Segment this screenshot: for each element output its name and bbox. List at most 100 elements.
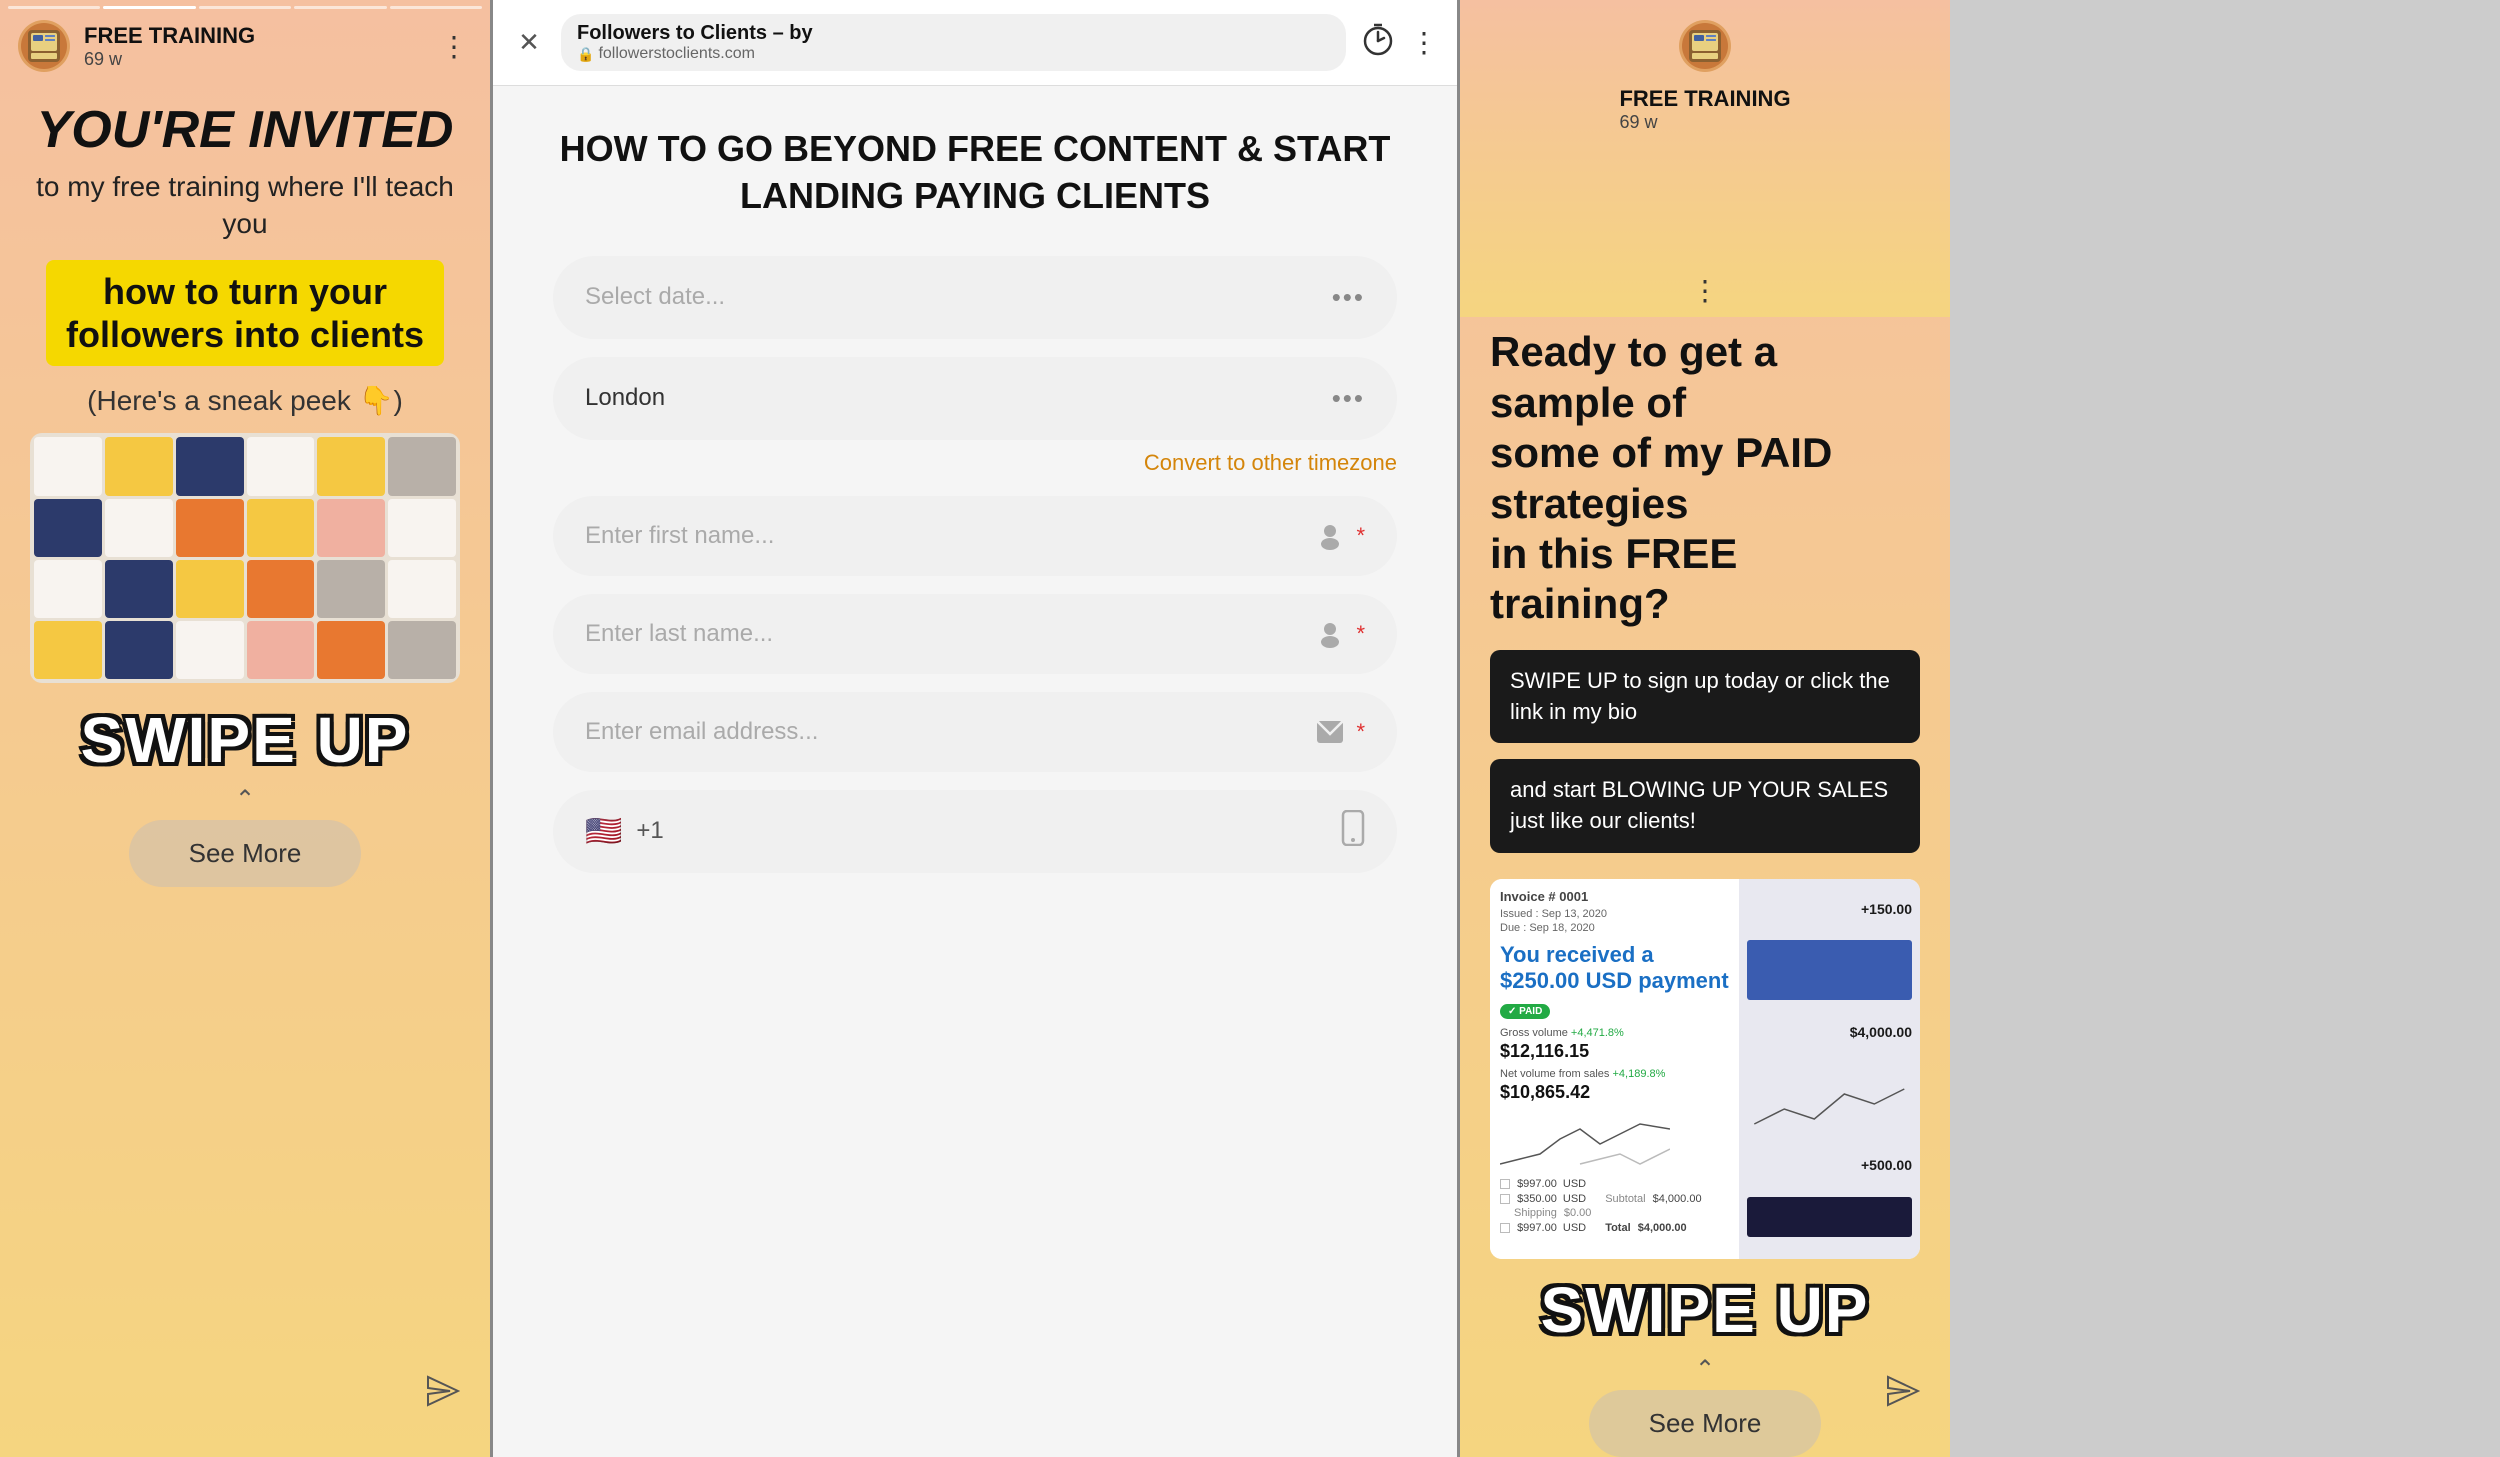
send-icon-right bbox=[1884, 1373, 1920, 1409]
bar-navy bbox=[1747, 940, 1912, 1000]
browser-close-button[interactable]: ✕ bbox=[511, 25, 547, 61]
swipe-up-badge-text: SWIPE UP to sign up today or click the l… bbox=[1510, 668, 1890, 724]
email-field[interactable]: * bbox=[553, 692, 1397, 772]
last-name-field[interactable]: * bbox=[553, 594, 1397, 674]
payment-received-text: You received a $250.00 USD payment bbox=[1500, 942, 1738, 995]
slide-thumb bbox=[247, 499, 315, 557]
story-more-button-right[interactable]: ⋮ bbox=[1687, 274, 1723, 307]
bar-dark bbox=[1747, 1197, 1912, 1237]
highlight-text-2: followers into clients bbox=[66, 313, 424, 356]
send-button-right[interactable] bbox=[1884, 1373, 1920, 1417]
slide-thumb bbox=[247, 437, 315, 495]
required-star-email: * bbox=[1356, 719, 1365, 745]
slide-thumb bbox=[105, 621, 173, 679]
slide-thumb bbox=[317, 621, 385, 679]
story-time-right: 69 w bbox=[1619, 112, 1790, 133]
story-account-info-left: FREE TRAINING 69 w bbox=[84, 23, 422, 70]
progress-bar-3 bbox=[199, 6, 291, 9]
see-more-button-right[interactable]: See More bbox=[1589, 1390, 1822, 1457]
browser-chrome: ✕ Followers to Clients – by 🔒 followerst… bbox=[493, 0, 1457, 86]
middle-browser-panel: ✕ Followers to Clients – by 🔒 followerst… bbox=[490, 0, 1460, 1457]
slide-thumb bbox=[176, 437, 244, 495]
browser-url-text: followerstoclients.com bbox=[598, 45, 755, 63]
story-time-left: 69 w bbox=[84, 49, 422, 70]
invited-title: YOU'RE INVITED bbox=[37, 102, 454, 159]
swipe-up-text-right: SWIPE UP bbox=[1490, 1273, 1920, 1347]
see-more-button-left[interactable]: See More bbox=[129, 820, 362, 887]
account-name-right: FREE TRAINING bbox=[1619, 86, 1790, 112]
story-more-button-left[interactable]: ⋮ bbox=[436, 30, 472, 63]
subtotal-amount: $4,000.00 bbox=[1653, 1193, 1702, 1205]
gross-amount: $12,116.15 bbox=[1500, 1041, 1738, 1062]
form-container: HOW TO GO BEYOND FREE CONTENT & START LA… bbox=[493, 86, 1457, 1457]
phone-field[interactable]: 🇺🇸 +1 bbox=[553, 790, 1397, 873]
story-header-left: FREE TRAINING 69 w ⋮ bbox=[0, 0, 490, 82]
person-icon-last bbox=[1316, 620, 1344, 648]
slide-thumb bbox=[105, 499, 173, 557]
ready-title-line3: in this FREE training? bbox=[1490, 530, 1737, 627]
browser-url: 🔒 followerstoclients.com bbox=[577, 45, 1330, 63]
email-icon bbox=[1316, 720, 1344, 744]
total-label: Total bbox=[1605, 1222, 1630, 1234]
story-progress-bars bbox=[0, 0, 490, 6]
plus-badge-3: +500.00 bbox=[1747, 1157, 1912, 1173]
email-input[interactable] bbox=[585, 718, 1304, 746]
date-field[interactable]: ••• bbox=[553, 256, 1397, 339]
paid-badge: ✓ PAID bbox=[1500, 1004, 1550, 1019]
browser-menu-button[interactable]: ⋮ bbox=[1410, 26, 1439, 59]
item3-row: $997.00 USD Total $4,000.00 bbox=[1500, 1222, 1738, 1234]
ready-title-line1: Ready to get a sample of bbox=[1490, 328, 1777, 425]
slide-thumb bbox=[34, 437, 102, 495]
swipe-up-text-left: SWIPE UP bbox=[81, 703, 410, 777]
first-name-field[interactable]: * bbox=[553, 496, 1397, 576]
required-star-last: * bbox=[1356, 621, 1365, 647]
slide-thumb bbox=[317, 560, 385, 618]
avatar bbox=[18, 20, 70, 72]
slide-thumb bbox=[388, 560, 456, 618]
first-name-input[interactable] bbox=[585, 522, 1304, 550]
phone-mobile-icon bbox=[1341, 810, 1365, 853]
ready-title: Ready to get a sample of some of my PAID… bbox=[1490, 327, 1920, 629]
slide-thumb bbox=[388, 437, 456, 495]
screenshot-area: Invoice # 0001 Issued : Sep 13, 2020 Due… bbox=[1490, 879, 1920, 1259]
location-value: London bbox=[585, 384, 1320, 412]
avatar-inner-right bbox=[1682, 23, 1728, 69]
last-name-input[interactable] bbox=[585, 620, 1304, 648]
plus-badge-2: $4,000.00 bbox=[1747, 1024, 1912, 1040]
send-button-left[interactable] bbox=[424, 1373, 460, 1417]
highlight-box: how to turn your followers into clients bbox=[46, 260, 444, 366]
total-amount: $4,000.00 bbox=[1638, 1222, 1687, 1234]
send-icon bbox=[424, 1373, 460, 1409]
progress-bar-1 bbox=[8, 6, 100, 9]
slide-thumb bbox=[317, 499, 385, 557]
left-story-content: YOU'RE INVITED to my free training where… bbox=[0, 82, 490, 1457]
progress-bar-4 bbox=[294, 6, 386, 9]
slide-thumb bbox=[176, 621, 244, 679]
phone-input[interactable] bbox=[678, 817, 1327, 845]
net-amount: $10,865.42 bbox=[1500, 1082, 1738, 1103]
person-icon-first bbox=[1316, 522, 1344, 550]
invoice-due: Due : Sep 18, 2020 bbox=[1500, 922, 1738, 934]
slide-thumb bbox=[34, 621, 102, 679]
location-more-button[interactable]: ••• bbox=[1332, 383, 1365, 414]
gross-label: Gross volume +4,471.8% bbox=[1500, 1027, 1738, 1039]
date-more-button[interactable]: ••• bbox=[1332, 282, 1365, 313]
subtotal-label: Subtotal bbox=[1605, 1193, 1645, 1205]
slide-thumb bbox=[388, 499, 456, 557]
location-field[interactable]: London ••• bbox=[553, 357, 1397, 440]
lock-icon: 🔒 bbox=[577, 46, 594, 63]
highlight-text-1: how to turn your bbox=[66, 270, 424, 313]
right-story-panel: FREE TRAINING 69 w ⋮ Ready to get a samp… bbox=[1460, 0, 1950, 1457]
convert-timezone-link[interactable]: Convert to other timezone bbox=[553, 450, 1397, 476]
slide-thumb bbox=[34, 560, 102, 618]
date-input[interactable] bbox=[585, 283, 1320, 311]
slide-thumb bbox=[176, 560, 244, 618]
invited-subtitle: to my free training where I'll teach you bbox=[30, 169, 460, 242]
sneak-peek-text: (Here's a sneak peek 👇) bbox=[87, 384, 403, 417]
browser-address-bar[interactable]: Followers to Clients – by 🔒 followerstoc… bbox=[561, 14, 1346, 71]
progress-bar-5 bbox=[390, 6, 482, 9]
progress-bar-2 bbox=[103, 6, 195, 9]
avatar-right bbox=[1679, 20, 1731, 72]
browser-timer-button[interactable] bbox=[1360, 21, 1396, 65]
chart-svg bbox=[1500, 1109, 1670, 1169]
